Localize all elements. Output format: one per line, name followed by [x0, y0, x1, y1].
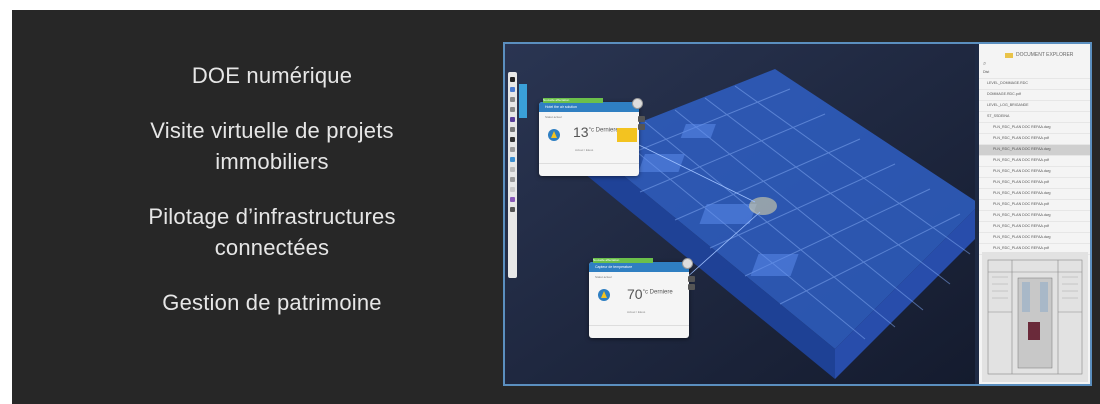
- temperature-value: 13°c Derniere: [573, 124, 619, 140]
- sensor-card-1[interactable]: Nouvelle affectation Hotel the air solut…: [539, 98, 645, 176]
- layers-icon[interactable]: [510, 87, 515, 92]
- edit-icon[interactable]: [688, 276, 695, 282]
- settings-icon[interactable]: [510, 167, 515, 172]
- view-icon[interactable]: [638, 124, 645, 130]
- card-header: Capteur de temperature: [589, 262, 689, 272]
- tag-icon[interactable]: [510, 197, 515, 202]
- search-icon[interactable]: [510, 127, 515, 132]
- explorer-file-item[interactable]: PLN_RDC_PLAN DOC REFAA.dwg: [979, 211, 1090, 222]
- folder-icon: [1005, 52, 1013, 58]
- explorer-file-item[interactable]: PLN_RDC_PLAN DOC REFAA.pdf: [979, 156, 1090, 167]
- edit-icon[interactable]: [638, 116, 645, 122]
- explorer-file-item[interactable]: PLN_RDC_PLAN DOC REFAA.dwg: [979, 189, 1090, 200]
- contrast-icon[interactable]: [510, 137, 515, 142]
- explorer-file-item[interactable]: Dist: [979, 68, 1090, 79]
- camera-icon[interactable]: [510, 177, 515, 182]
- explorer-file-item[interactable]: PLN_RDC_PLAN DOC REFAA.pdf: [979, 134, 1090, 145]
- temperature-gauge: [617, 128, 637, 142]
- sensor-status: Actuel / Elevé: [627, 310, 646, 314]
- card-tag: Nouvelle affectation: [543, 98, 603, 103]
- card-subtitle: Statut actuel: [595, 275, 612, 279]
- measure-icon[interactable]: [510, 97, 515, 102]
- floor-plan-preview[interactable]: [982, 252, 1088, 382]
- explorer-file-item[interactable]: PLN_RDC_PLAN DOC REFAA.dwg: [979, 145, 1090, 156]
- temperature-value: 70°c Derniere: [627, 286, 673, 302]
- filter-icon[interactable]: [510, 117, 515, 122]
- tool-palette: [508, 72, 517, 278]
- app-screenshot: Nouvelle affectation Hotel the air solut…: [503, 42, 1092, 386]
- card-footer: [539, 163, 639, 176]
- explorer-file-item[interactable]: PLN_RDC_PLAN DOC REFAA.pdf: [979, 222, 1090, 233]
- thermometer-icon: [598, 289, 610, 301]
- explorer-file-item[interactable]: PLN_RDC_PLAN DOC REFAA.pdf: [979, 178, 1090, 189]
- floor-plan-drawing: [982, 252, 1088, 382]
- explorer-title: DOCUMENT EXPLORER: [1016, 52, 1074, 58]
- card-action-buttons: [638, 116, 645, 130]
- card-subtitle: Statut actuel: [545, 115, 562, 119]
- feature-list: DOE numérique Visite virtuelle de projet…: [92, 60, 452, 342]
- section-icon[interactable]: [510, 107, 515, 112]
- card-footer: [589, 325, 689, 338]
- cube-icon[interactable]: [510, 187, 515, 192]
- view-icon[interactable]: [688, 284, 695, 290]
- feature-infrastructure: Pilotage d’infrastructures connectées: [148, 204, 396, 260]
- feature-doe: DOE numérique: [191, 63, 353, 88]
- side-panel-tab[interactable]: [519, 84, 527, 118]
- card-header: Hotel the air solution: [539, 102, 639, 112]
- explorer-file-item[interactable]: PLN_RDC_PLAN DOC REFAA.dwg: [979, 167, 1090, 178]
- explorer-file-item[interactable]: PLN_RDC_PLAN DOC REFAA.dwg: [979, 123, 1090, 134]
- selected-room-marker[interactable]: [749, 197, 777, 215]
- sensor-card-2[interactable]: Nouvelle affectation Capteur de temperat…: [589, 258, 695, 338]
- explorer-file-item[interactable]: DOMMAGE.RDC.pdf: [979, 90, 1090, 101]
- close-icon[interactable]: [682, 258, 693, 269]
- feature-virtual-visit: Visite virtuelle de projets immobiliers: [150, 118, 394, 174]
- feature-patrimoine: Gestion de patrimoine: [162, 290, 382, 315]
- card-tag: Nouvelle affectation: [593, 258, 653, 263]
- building-3d-view[interactable]: [505, 44, 975, 384]
- explorer-file-item[interactable]: PLN_RDC_PLAN DOC REFAA.pdf: [979, 200, 1090, 211]
- sensor-status: Actuel / Elevé: [575, 148, 594, 152]
- sensor-icon[interactable]: [510, 157, 515, 162]
- thermometer-icon: [548, 129, 560, 141]
- card-action-buttons: [688, 276, 695, 290]
- close-icon[interactable]: [632, 98, 643, 109]
- slide: DOE numérique Visite virtuelle de projet…: [12, 10, 1100, 404]
- rotate-icon[interactable]: [510, 77, 515, 82]
- explorer-file-item[interactable]: LEVEL_LOG_BRIGANDE: [979, 101, 1090, 112]
- explorer-file-item[interactable]: PLN_RDC_PLAN DOC REFAA.dwg: [979, 233, 1090, 244]
- explorer-file-item[interactable]: LEVEL_DOMMAGE.RDC: [979, 79, 1090, 90]
- document-explorer: DOCUMENT EXPLORER ⌕ Dist LEVEL_DOMMAGE.RD…: [979, 44, 1090, 384]
- explorer-header: DOCUMENT EXPLORER: [979, 44, 1090, 61]
- explorer-file-item[interactable]: ST_SSDEINA: [979, 112, 1090, 123]
- info-icon[interactable]: [510, 207, 515, 212]
- search-icon[interactable]: ⌕: [979, 61, 1090, 68]
- explorer-file-list: Dist LEVEL_DOMMAGE.RDC DOMMAGE.RDC.pdf LEVE…: [979, 68, 1090, 255]
- eye-icon[interactable]: [510, 147, 515, 152]
